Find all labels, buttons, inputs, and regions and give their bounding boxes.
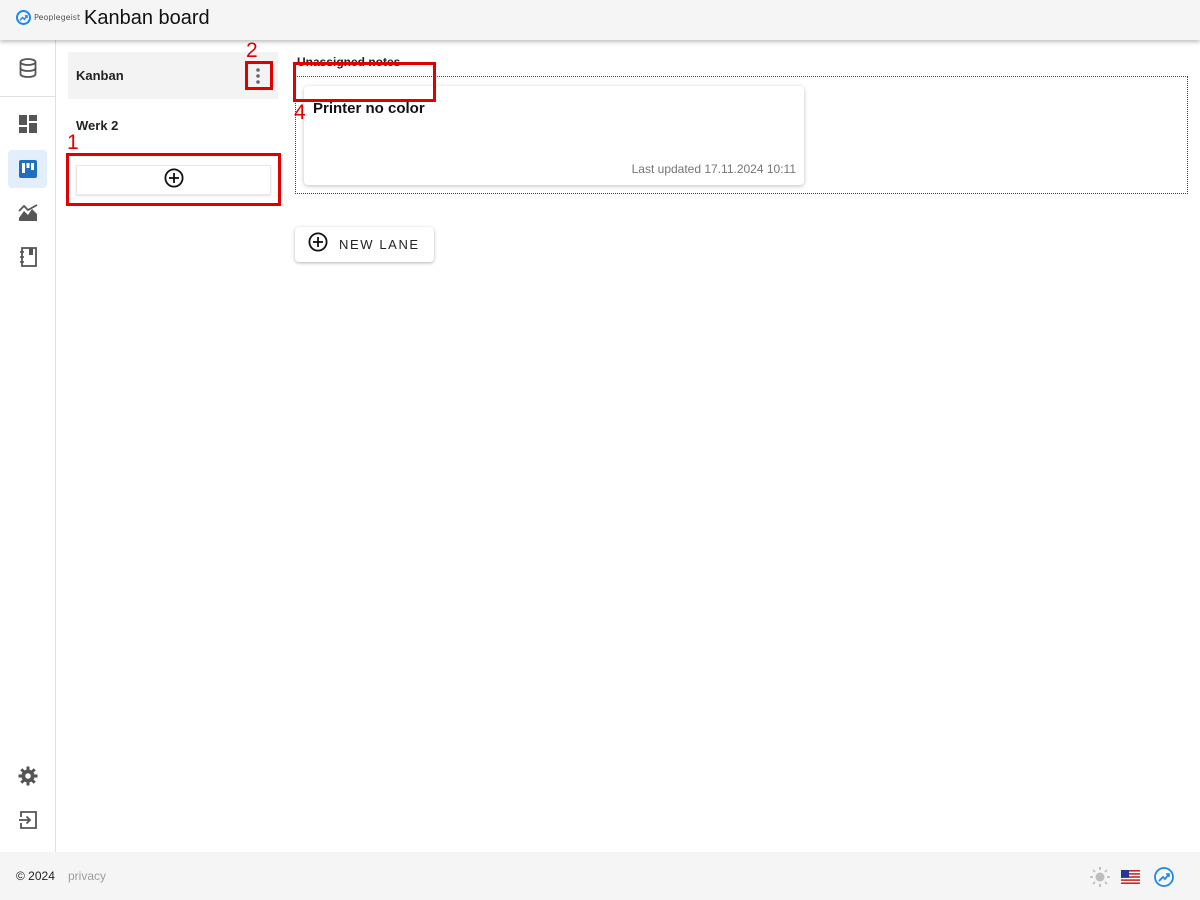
logout-icon[interactable] bbox=[8, 801, 47, 839]
peoplegeist-logo-icon[interactable] bbox=[1152, 865, 1176, 889]
board-label: Werk 2 bbox=[76, 118, 119, 133]
annotation-box-4 bbox=[293, 62, 436, 102]
new-lane-button[interactable]: NEW LANE bbox=[295, 227, 434, 262]
privacy-link[interactable]: privacy bbox=[68, 869, 106, 883]
us-flag-icon[interactable] bbox=[1118, 865, 1142, 889]
database-icon[interactable] bbox=[8, 49, 47, 87]
rail-divider bbox=[0, 96, 56, 97]
page-title: Kanban board bbox=[84, 7, 210, 29]
annotation-box-2 bbox=[245, 61, 273, 90]
add-circle-icon bbox=[308, 232, 328, 257]
new-lane-label: NEW LANE bbox=[339, 237, 420, 252]
note-title: Printer no color bbox=[313, 100, 425, 117]
board-label: Kanban bbox=[76, 68, 124, 83]
logo-text: Peoplegeist bbox=[34, 13, 81, 22]
logo[interactable]: Peoplegeist bbox=[16, 10, 80, 25]
footer: © 2024 privacy bbox=[0, 852, 1200, 900]
board-item-werk-2[interactable]: Werk 2 bbox=[68, 102, 278, 149]
logo-icon bbox=[16, 10, 31, 25]
app-bar: Peoplegeist Kanban board bbox=[0, 0, 1200, 40]
annotation-number-4: 4 bbox=[294, 101, 306, 124]
annotation-box-1 bbox=[66, 153, 281, 206]
dashboard-icon[interactable] bbox=[8, 105, 47, 143]
kanban-icon[interactable] bbox=[8, 150, 47, 188]
copyright: © 2024 bbox=[16, 869, 55, 883]
annotation-number-1: 1 bbox=[67, 131, 79, 154]
notebook-icon[interactable] bbox=[8, 238, 47, 276]
settings-icon[interactable] bbox=[8, 757, 47, 795]
area-chart-icon[interactable] bbox=[8, 194, 47, 232]
nav-rail bbox=[0, 40, 56, 852]
sun-icon[interactable] bbox=[1088, 865, 1112, 889]
annotation-number-2: 2 bbox=[246, 39, 258, 62]
note-updated: Last updated 17.11.2024 10:11 bbox=[631, 162, 796, 176]
